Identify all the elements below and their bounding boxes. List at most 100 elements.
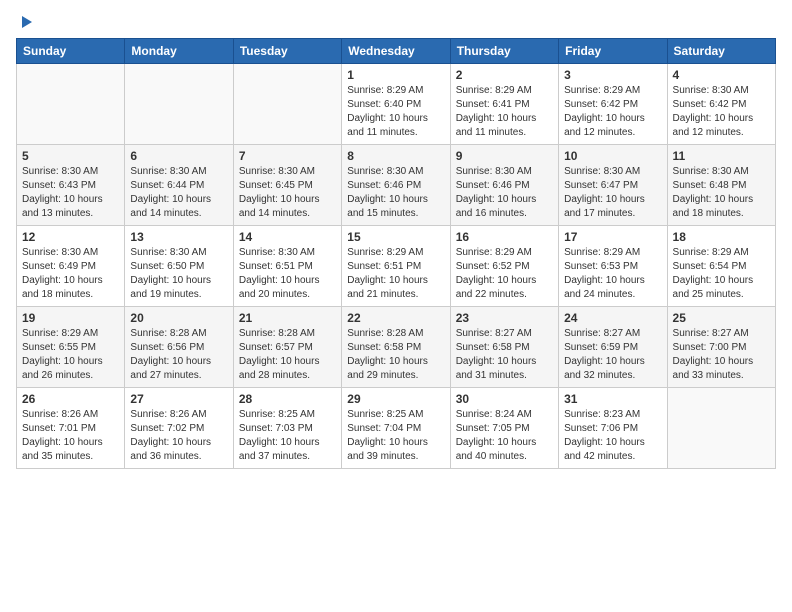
day-number: 2 — [456, 68, 553, 82]
day-info: Sunrise: 8:29 AM Sunset: 6:54 PM Dayligh… — [673, 246, 770, 302]
calendar-cell: 10 Sunrise: 8:30 AM Sunset: 6:47 PM Dayli… — [559, 145, 667, 226]
calendar-cell: 18 Sunrise: 8:29 AM Sunset: 6:54 PM Dayli… — [667, 226, 775, 307]
day-info: Sunrise: 8:30 AM Sunset: 6:50 PM Dayligh… — [130, 246, 227, 302]
calendar-cell: 16 Sunrise: 8:29 AM Sunset: 6:52 PM Dayli… — [450, 226, 558, 307]
calendar-table: SundayMondayTuesdayWednesdayThursdayFrid… — [16, 38, 776, 469]
calendar-cell — [125, 64, 233, 145]
day-number: 10 — [564, 149, 661, 163]
calendar-cell — [667, 388, 775, 469]
calendar-cell: 15 Sunrise: 8:29 AM Sunset: 6:51 PM Dayli… — [342, 226, 450, 307]
calendar-cell: 25 Sunrise: 8:27 AM Sunset: 7:00 PM Dayli… — [667, 307, 775, 388]
day-number: 24 — [564, 311, 661, 325]
calendar-cell: 7 Sunrise: 8:30 AM Sunset: 6:45 PM Daylig… — [233, 145, 341, 226]
calendar-cell: 31Sunrise: 8:23 AM Sunset: 7:06 PM Dayli… — [559, 388, 667, 469]
day-number: 30 — [456, 392, 553, 406]
day-number: 23 — [456, 311, 553, 325]
calendar-week-row: 12 Sunrise: 8:30 AM Sunset: 6:49 PM Dayli… — [17, 226, 776, 307]
calendar-cell: 17Sunrise: 8:29 AM Sunset: 6:53 PM Dayli… — [559, 226, 667, 307]
day-number: 19 — [22, 311, 119, 325]
day-number: 6 — [130, 149, 227, 163]
day-number: 18 — [673, 230, 770, 244]
weekday-header: Monday — [125, 39, 233, 64]
day-info: Sunrise: 8:28 AM Sunset: 6:58 PM Dayligh… — [347, 327, 444, 383]
calendar-week-row: 1 Sunrise: 8:29 AM Sunset: 6:40 PM Daylig… — [17, 64, 776, 145]
day-info: Sunrise: 8:29 AM Sunset: 6:55 PM Dayligh… — [22, 327, 119, 383]
calendar-cell: 27 Sunrise: 8:26 AM Sunset: 7:02 PM Dayli… — [125, 388, 233, 469]
day-number: 12 — [22, 230, 119, 244]
logo — [16, 16, 34, 30]
calendar-cell: 6 Sunrise: 8:30 AM Sunset: 6:44 PM Daylig… — [125, 145, 233, 226]
day-number: 11 — [673, 149, 770, 163]
calendar-cell: 20 Sunrise: 8:28 AM Sunset: 6:56 PM Dayli… — [125, 307, 233, 388]
day-number: 7 — [239, 149, 336, 163]
calendar-cell: 2Sunrise: 8:29 AM Sunset: 6:41 PM Daylig… — [450, 64, 558, 145]
calendar-week-row: 26 Sunrise: 8:26 AM Sunset: 7:01 PM Dayli… — [17, 388, 776, 469]
day-info: Sunrise: 8:30 AM Sunset: 6:48 PM Dayligh… — [673, 165, 770, 221]
weekday-header: Thursday — [450, 39, 558, 64]
day-number: 3 — [564, 68, 661, 82]
day-info: Sunrise: 8:29 AM Sunset: 6:52 PM Dayligh… — [456, 246, 553, 302]
weekday-header: Wednesday — [342, 39, 450, 64]
day-info: Sunrise: 8:30 AM Sunset: 6:46 PM Dayligh… — [456, 165, 553, 221]
calendar-cell: 29 Sunrise: 8:25 AM Sunset: 7:04 PM Dayli… — [342, 388, 450, 469]
day-number: 17 — [564, 230, 661, 244]
calendar-cell: 13 Sunrise: 8:30 AM Sunset: 6:50 PM Dayli… — [125, 226, 233, 307]
day-number: 27 — [130, 392, 227, 406]
day-number: 15 — [347, 230, 444, 244]
calendar-cell — [233, 64, 341, 145]
calendar-cell: 3 Sunrise: 8:29 AM Sunset: 6:42 PM Daylig… — [559, 64, 667, 145]
calendar-cell: 9 Sunrise: 8:30 AM Sunset: 6:46 PM Daylig… — [450, 145, 558, 226]
day-number: 25 — [673, 311, 770, 325]
day-info: Sunrise: 8:30 AM Sunset: 6:46 PM Dayligh… — [347, 165, 444, 221]
day-info: Sunrise: 8:30 AM Sunset: 6:45 PM Dayligh… — [239, 165, 336, 221]
calendar-cell: 11 Sunrise: 8:30 AM Sunset: 6:48 PM Dayli… — [667, 145, 775, 226]
weekday-header: Tuesday — [233, 39, 341, 64]
calendar-cell: 21 Sunrise: 8:28 AM Sunset: 6:57 PM Dayli… — [233, 307, 341, 388]
day-number: 1 — [347, 68, 444, 82]
day-info: Sunrise: 8:24 AM Sunset: 7:05 PM Dayligh… — [456, 408, 553, 464]
calendar-week-row: 19 Sunrise: 8:29 AM Sunset: 6:55 PM Dayli… — [17, 307, 776, 388]
day-info: Sunrise: 8:30 AM Sunset: 6:43 PM Dayligh… — [22, 165, 119, 221]
calendar-cell: 23 Sunrise: 8:27 AM Sunset: 6:58 PM Dayli… — [450, 307, 558, 388]
weekday-header: Friday — [559, 39, 667, 64]
day-info: Sunrise: 8:30 AM Sunset: 6:47 PM Dayligh… — [564, 165, 661, 221]
day-info: Sunrise: 8:25 AM Sunset: 7:04 PM Dayligh… — [347, 408, 444, 464]
page-header — [16, 16, 776, 30]
day-info: Sunrise: 8:29 AM Sunset: 6:42 PM Dayligh… — [564, 84, 661, 140]
day-number: 9 — [456, 149, 553, 163]
day-info: Sunrise: 8:30 AM Sunset: 6:44 PM Dayligh… — [130, 165, 227, 221]
day-info: Sunrise: 8:30 AM Sunset: 6:49 PM Dayligh… — [22, 246, 119, 302]
day-info: Sunrise: 8:28 AM Sunset: 6:56 PM Dayligh… — [130, 327, 227, 383]
day-info: Sunrise: 8:27 AM Sunset: 6:59 PM Dayligh… — [564, 327, 661, 383]
day-number: 26 — [22, 392, 119, 406]
calendar-cell: 12 Sunrise: 8:30 AM Sunset: 6:49 PM Dayli… — [17, 226, 125, 307]
calendar-cell: 8 Sunrise: 8:30 AM Sunset: 6:46 PM Daylig… — [342, 145, 450, 226]
calendar-cell: 1 Sunrise: 8:29 AM Sunset: 6:40 PM Daylig… — [342, 64, 450, 145]
day-info: Sunrise: 8:27 AM Sunset: 7:00 PM Dayligh… — [673, 327, 770, 383]
calendar-cell: 30 Sunrise: 8:24 AM Sunset: 7:05 PM Dayli… — [450, 388, 558, 469]
day-info: Sunrise: 8:23 AM Sunset: 7:06 PM Dayligh… — [564, 408, 661, 464]
calendar-cell: 28 Sunrise: 8:25 AM Sunset: 7:03 PM Dayli… — [233, 388, 341, 469]
day-number: 29 — [347, 392, 444, 406]
day-info: Sunrise: 8:26 AM Sunset: 7:02 PM Dayligh… — [130, 408, 227, 464]
day-number: 8 — [347, 149, 444, 163]
calendar-cell: 24 Sunrise: 8:27 AM Sunset: 6:59 PM Dayli… — [559, 307, 667, 388]
calendar-cell: 22Sunrise: 8:28 AM Sunset: 6:58 PM Dayli… — [342, 307, 450, 388]
day-number: 14 — [239, 230, 336, 244]
calendar-header-row: SundayMondayTuesdayWednesdayThursdayFrid… — [17, 39, 776, 64]
day-number: 28 — [239, 392, 336, 406]
day-info: Sunrise: 8:26 AM Sunset: 7:01 PM Dayligh… — [22, 408, 119, 464]
day-info: Sunrise: 8:28 AM Sunset: 6:57 PM Dayligh… — [239, 327, 336, 383]
day-info: Sunrise: 8:25 AM Sunset: 7:03 PM Dayligh… — [239, 408, 336, 464]
calendar-cell — [17, 64, 125, 145]
day-number: 13 — [130, 230, 227, 244]
day-info: Sunrise: 8:27 AM Sunset: 6:58 PM Dayligh… — [456, 327, 553, 383]
day-info: Sunrise: 8:29 AM Sunset: 6:40 PM Dayligh… — [347, 84, 444, 140]
calendar-cell: 4Sunrise: 8:30 AM Sunset: 6:42 PM Daylig… — [667, 64, 775, 145]
calendar-cell: 14Sunrise: 8:30 AM Sunset: 6:51 PM Dayli… — [233, 226, 341, 307]
day-number: 21 — [239, 311, 336, 325]
day-info: Sunrise: 8:29 AM Sunset: 6:51 PM Dayligh… — [347, 246, 444, 302]
day-number: 4 — [673, 68, 770, 82]
day-number: 20 — [130, 311, 227, 325]
day-number: 16 — [456, 230, 553, 244]
